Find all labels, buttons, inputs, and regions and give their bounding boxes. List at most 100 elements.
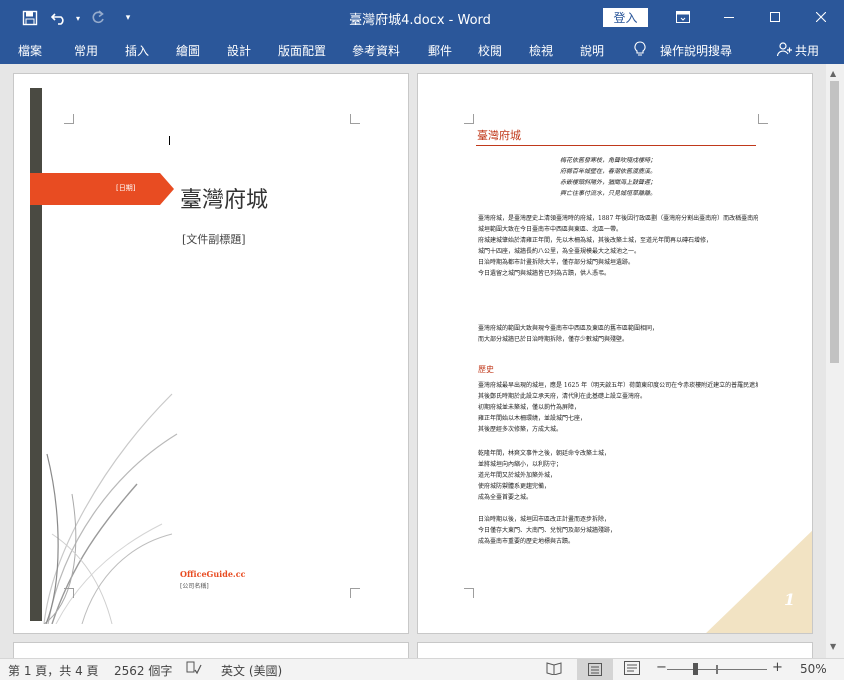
poem-block[interactable]: 梅花依舊發寒枝，角聲吹殘戍樓時； 府縣百年城壁在，春潮依舊渡鹿溪。 赤嵌樓頭斜陽…	[560, 155, 656, 199]
page-count-status[interactable]: 第 1 頁，共 4 頁	[8, 662, 99, 679]
tell-me-search[interactable]: 操作說明搜尋	[660, 42, 732, 59]
cover-sidebar-bar	[30, 88, 42, 621]
date-placeholder[interactable]: [日期]	[116, 183, 135, 193]
text-line: 其後歷經多次修築，方成大城。	[478, 426, 563, 433]
poem-line: 府縣百年城壁在，春潮依舊渡鹿溪。	[560, 168, 657, 175]
tab-insert[interactable]: 插入	[125, 42, 149, 59]
document-area[interactable]: [日期] 臺灣府城 [文件副標題] OfficeGuide.cc [公司名稱] …	[0, 64, 826, 658]
lightbulb-icon	[634, 41, 646, 60]
history-paragraph-2[interactable]: 乾隆年間，林爽文事件之後，朝廷命令改築土城， 並將城垣向內縮小，以利防守； 道光…	[478, 448, 758, 503]
text-line: 府城建城肇始於清雍正年間，先以木柵為城，其後改築土城，至道光年間再以磚石增修，	[478, 237, 713, 244]
page-corner-triangle	[706, 530, 812, 633]
margin-corner-bottom-left	[464, 588, 474, 598]
text-line: 日治時期以後，城垣因市區改正計畫而逐步拆除，	[478, 516, 611, 523]
text-line: 道光年間又於城外加築外城，	[478, 472, 557, 479]
date-banner-arrow	[160, 173, 174, 205]
cover-subtitle[interactable]: [文件副標題]	[182, 231, 246, 247]
text-line: 臺灣府城，是臺灣歷史上清領臺灣時的府城，1887 年後因行政區劃（臺灣府分割出臺…	[478, 215, 758, 222]
tab-layout[interactable]: 版面配置	[278, 42, 326, 59]
status-bar: 第 1 頁，共 4 頁 2562 個字 英文 (美國) − + 50%	[0, 658, 844, 680]
login-button[interactable]: 登入	[603, 8, 648, 27]
zoom-slider-midmark	[716, 665, 718, 674]
margin-corner-top-left	[464, 114, 474, 124]
company-placeholder[interactable]: [公司名稱]	[180, 581, 209, 590]
heading-rule	[476, 145, 756, 146]
poem-line: 興亡往事付流水，只見城垣草離離。	[560, 190, 657, 197]
ribbon-tabs: 檔案 常用 插入 繪圖 設計 版面配置 參考資料 郵件 校閱 檢視 說明 操作說…	[0, 36, 844, 64]
zoom-slider-thumb[interactable]	[693, 663, 698, 675]
cover-page[interactable]: [日期] 臺灣府城 [文件副標題] OfficeGuide.cc [公司名稱]	[13, 73, 409, 634]
share-icon[interactable]	[776, 41, 792, 60]
text-line: 乾隆年間，林爽文事件之後，朝廷命令改築土城，	[478, 450, 611, 457]
margin-corner-top-right	[350, 114, 360, 124]
cover-brand: OfficeGuide.cc	[180, 569, 246, 579]
zoom-out-button[interactable]: −	[656, 660, 667, 675]
page-3-top[interactable]	[13, 642, 409, 658]
page-4-top[interactable]	[417, 642, 813, 658]
tab-file[interactable]: 檔案	[18, 42, 42, 59]
tab-home[interactable]: 常用	[74, 42, 98, 59]
tab-design[interactable]: 設計	[227, 42, 251, 59]
poem-line: 梅花依舊發寒枝，角聲吹殘戍樓時；	[560, 157, 657, 164]
cover-swoosh-graphic	[43, 393, 178, 624]
vertical-scrollbar[interactable]: ▲ ▼	[826, 64, 844, 658]
tab-view[interactable]: 檢視	[529, 42, 553, 59]
text-line: 雍正年間始以木柵環繞，並設城門七座，	[478, 415, 587, 422]
content-page[interactable]: 臺灣府城 梅花依舊發寒枝，角聲吹殘戍樓時； 府縣百年城壁在，春潮依舊渡鹿溪。 赤…	[417, 73, 813, 634]
print-layout-icon[interactable]	[577, 659, 613, 680]
text-cursor	[169, 136, 170, 145]
proofing-icon[interactable]	[186, 661, 202, 678]
share-button[interactable]: 共用	[795, 42, 819, 59]
redo-icon[interactable]	[88, 8, 108, 28]
cover-title[interactable]: 臺灣府城	[180, 182, 268, 214]
scroll-thumb[interactable]	[830, 81, 839, 363]
document-title: 臺灣府城4.docx - Word	[349, 13, 491, 28]
web-layout-icon[interactable]	[624, 661, 640, 678]
text-line: 成為全臺首要之城。	[478, 494, 533, 501]
customize-toolbar-icon[interactable]: ▾	[118, 8, 138, 28]
scroll-up-arrow-icon[interactable]: ▲	[830, 69, 836, 78]
maximize-button[interactable]	[752, 0, 798, 34]
zoom-in-button[interactable]: +	[772, 660, 783, 675]
tab-draw[interactable]: 繪圖	[176, 42, 200, 59]
minimize-button[interactable]	[706, 0, 752, 34]
read-mode-icon[interactable]	[546, 661, 562, 678]
text-line: 日治時期為都市計畫拆除大半，僅存部分城門與城垣遺跡。	[478, 259, 635, 266]
margin-corner-top-right	[758, 114, 768, 124]
poem-line: 赤嵌樓頭斜陽外，猶聞海上鼓聲遲；	[560, 179, 657, 186]
text-line: 並將城垣向內縮小，以利防守；	[478, 461, 563, 468]
margin-corner-bottom-right	[350, 588, 360, 598]
undo-dropdown-icon[interactable]: ▾	[68, 8, 88, 28]
text-line: 而大部分城牆已於日治時期拆除，僅存少數城門與殘壁。	[478, 336, 629, 343]
history-paragraph-1[interactable]: 臺灣府城最早出現的城垣，應是 1625 年（明天啟五年）荷蘭東印度公司在今赤崁樓…	[478, 380, 758, 435]
text-line: 初期府城並未築城，僅以莿竹為屏障，	[478, 404, 581, 411]
body-paragraph-1[interactable]: 臺灣府城，是臺灣歷史上清領臺灣時的府城，1887 年後因行政區劃（臺灣府分割出臺…	[478, 213, 758, 279]
tab-mailings[interactable]: 郵件	[428, 42, 452, 59]
zoom-level[interactable]: 50%	[800, 662, 827, 676]
ribbon-display-options-icon[interactable]	[660, 0, 706, 34]
text-line: 城垣範圍大致在今日臺南市中西區與東區、北區一帶。	[478, 226, 623, 233]
undo-icon[interactable]	[50, 8, 70, 28]
text-line: 城門十四座，城牆長約八公里，為全臺規模最大之城池之一。	[478, 248, 641, 255]
page-number: 1	[784, 590, 796, 609]
section-heading-history[interactable]: 歷史	[478, 364, 494, 375]
text-line: 今日遺留之城門與城牆皆已列為古蹟，供人憑弔。	[478, 270, 611, 277]
margin-corner-top-left	[64, 114, 74, 124]
date-banner	[30, 173, 160, 205]
close-button[interactable]	[798, 0, 844, 34]
text-line: 臺灣府城的範圍大致與現今臺南市中西區及東區的舊市區範圍相同，	[478, 325, 659, 332]
save-icon[interactable]	[20, 8, 40, 28]
page-heading[interactable]: 臺灣府城	[477, 127, 521, 143]
title-bar: ▾ ▾ 臺灣府城4.docx - Word 登入	[0, 0, 844, 36]
tab-help[interactable]: 說明	[580, 42, 604, 59]
body-paragraph-2[interactable]: 臺灣府城的範圍大致與現今臺南市中西區及東區的舊市區範圍相同， 而大部分城牆已於日…	[478, 323, 758, 345]
scroll-down-arrow-icon[interactable]: ▼	[830, 642, 836, 651]
text-line: 臺灣府城最早出現的城垣，應是 1625 年（明天啟五年）荷蘭東印度公司在今赤崁樓…	[478, 382, 758, 389]
tab-references[interactable]: 參考資料	[352, 42, 400, 59]
text-line: 其後鄭氏時期於此設立承天府，清代則在此基礎上設立臺灣府。	[478, 393, 647, 400]
language-status[interactable]: 英文 (美國)	[221, 662, 282, 679]
text-line: 使府城防禦體系更趨完備，	[478, 483, 551, 490]
tab-review[interactable]: 校閱	[478, 42, 502, 59]
word-count-status[interactable]: 2562 個字	[114, 662, 172, 679]
margin-corner-bottom-left	[64, 588, 74, 598]
